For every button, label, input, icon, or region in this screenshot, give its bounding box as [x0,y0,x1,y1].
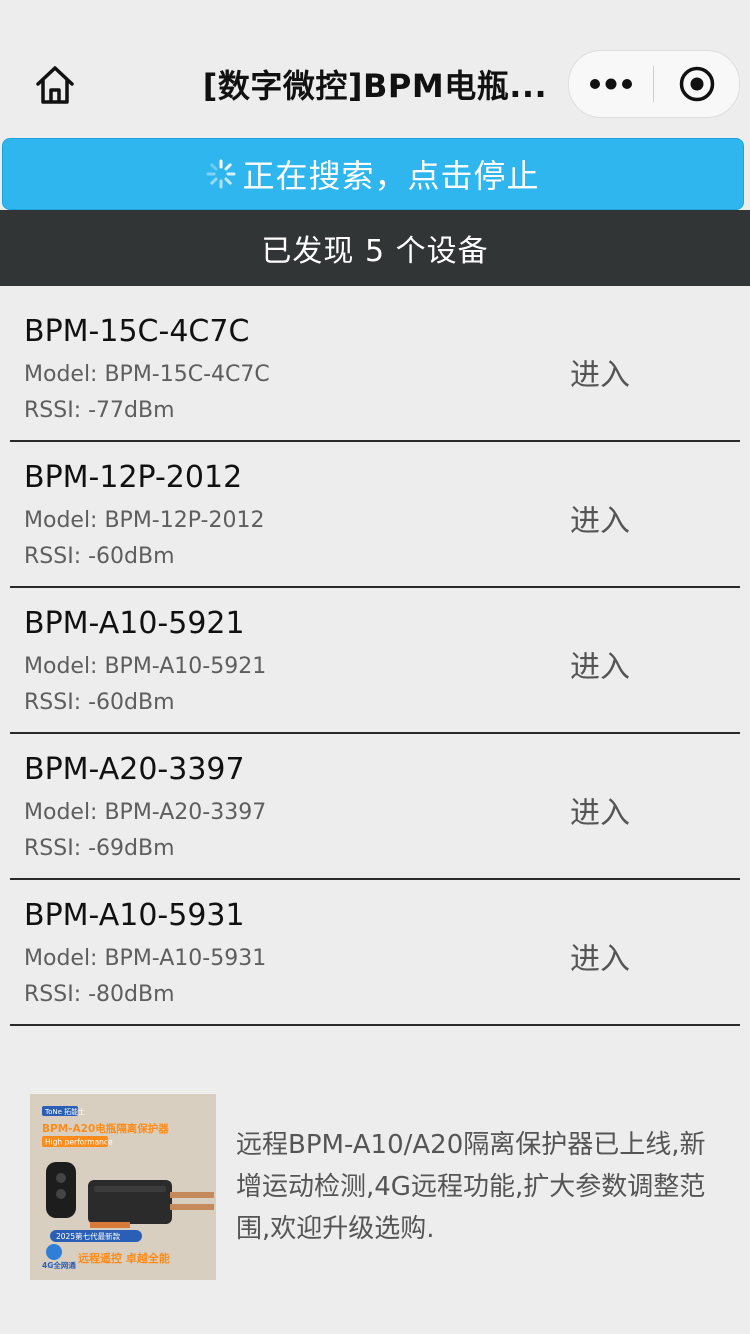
close-button[interactable] [654,65,739,103]
device-rssi: RSSI: -80dBm [24,982,175,1007]
device-model: Model: BPM-A20-3397 [24,800,267,825]
nav-bar: [数字微控]BPM电瓶... [0,40,750,128]
device-model: Model: BPM-A10-5921 [24,654,267,679]
device-row[interactable]: BPM-15C-4C7C Model: BPM-15C-4C7C RSSI: -… [10,296,740,442]
page-title: [数字微控]BPM电瓶... [202,67,548,105]
device-model: Model: BPM-A10-5931 [24,946,267,971]
device-list: BPM-15C-4C7C Model: BPM-15C-4C7C RSSI: -… [10,296,740,1026]
loading-spinner-icon [206,159,236,189]
brand-label: ToNe 拓能士 [44,1107,85,1116]
promo-tag: High performance [45,1138,113,1147]
product-image-graphic: ToNe 拓能士 BPM-A20电瓶隔离保护器 High performance… [30,1094,216,1280]
device-rssi: RSSI: -69dBm [24,836,175,861]
promo-text: 远程BPM-A10/A20隔离保护器已上线,新增运动检测,4G远程功能,扩大参数… [236,1130,706,1244]
product-image[interactable]: ToNe 拓能士 BPM-A20电瓶隔离保护器 High performance… [30,1094,216,1280]
mini-program-capsule [568,50,740,118]
home-icon [36,66,74,104]
device-model: Model: BPM-12P-2012 [24,508,265,533]
more-dots-icon [590,78,632,90]
promo-network: 4G全网通 [42,1260,76,1270]
home-button[interactable] [30,60,80,110]
device-rssi: RSSI: -60dBm [24,544,175,569]
device-model: Model: BPM-15C-4C7C [24,362,270,387]
device-row[interactable]: BPM-A20-3397 Model: BPM-A20-3397 RSSI: -… [10,734,740,880]
more-button[interactable] [569,77,653,91]
device-count-text: 已发现 5 个设备 [261,234,489,269]
device-rssi: RSSI: -77dBm [24,398,175,423]
device-name: BPM-15C-4C7C [24,314,250,349]
device-count-banner: 已发现 5 个设备 [0,210,750,286]
enter-button[interactable]: 进入 [570,496,630,540]
enter-button[interactable]: 进入 [570,934,630,978]
enter-button[interactable]: 进入 [570,642,630,686]
stop-search-button[interactable]: 正在搜索，点击停止 [2,138,744,210]
device-name: BPM-A20-3397 [24,752,245,787]
device-row[interactable]: BPM-A10-5931 Model: BPM-A10-5931 RSSI: -… [10,880,740,1026]
promo-headline: BPM-A20电瓶隔离保护器 [42,1122,169,1135]
device-row[interactable]: BPM-A10-5921 Model: BPM-A10-5921 RSSI: -… [10,588,740,734]
enter-button[interactable]: 进入 [570,350,630,394]
target-close-icon [679,66,714,102]
device-name: BPM-12P-2012 [24,460,243,495]
device-rssi: RSSI: -60dBm [24,690,175,715]
status-bar-area [0,0,750,40]
enter-button[interactable]: 进入 [570,788,630,832]
promo-badge: 2025第七代最新款 [56,1231,121,1241]
device-name: BPM-A10-5931 [24,898,245,933]
device-row[interactable]: BPM-12P-2012 Model: BPM-12P-2012 RSSI: -… [10,442,740,588]
search-status-label: 正在搜索，点击停止 [242,157,540,195]
promo-slogan: 远程遥控 卓越全能 [78,1251,170,1265]
device-name: BPM-A10-5921 [24,606,245,641]
promo-banner[interactable]: ToNe 拓能士 BPM-A20电瓶隔离保护器 High performance… [30,1094,730,1280]
